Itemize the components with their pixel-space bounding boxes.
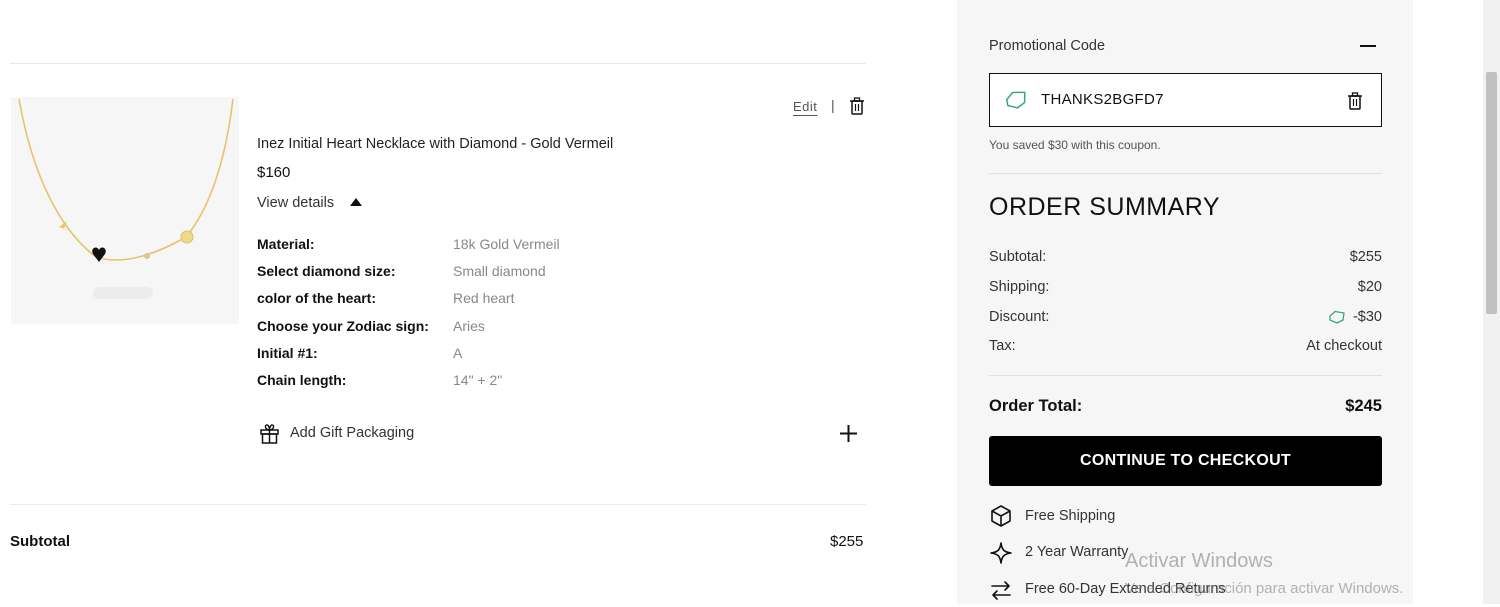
cart-subtotal-value: $255 <box>830 533 864 550</box>
detail-label: Chain length: <box>257 372 347 388</box>
coupon-code: THANKS2BGFD7 <box>1041 91 1164 108</box>
detail-label: color of the heart: <box>257 290 377 306</box>
order-summary-heading: ORDER SUMMARY <box>989 193 1221 221</box>
detail-label: Initial #1: <box>257 345 318 361</box>
divider <box>10 63 866 64</box>
detail-value: Small diamond <box>453 263 546 279</box>
summary-row-label: Subtotal: <box>989 249 1047 265</box>
product-image[interactable] <box>11 97 239 324</box>
coupon-saved-note: You saved $30 with this coupon. <box>989 138 1161 152</box>
detail-value: A <box>453 345 463 361</box>
detail-value: 14" + 2" <box>453 372 503 388</box>
divider <box>989 173 1382 174</box>
detail-row: Choose your Zodiac sign: Aries <box>257 318 857 340</box>
caret-up-icon[interactable] <box>350 198 362 206</box>
summary-row-value: $255 <box>1349 249 1382 265</box>
detail-value: Aries <box>453 318 485 334</box>
box-icon <box>989 504 1013 528</box>
cart-title-fragment <box>258 0 428 2</box>
detail-row: Initial #1: A <box>257 345 857 367</box>
detail-label: Choose your Zodiac sign: <box>257 318 429 334</box>
divider <box>989 375 1382 376</box>
detail-label: Select diamond size: <box>257 263 396 279</box>
detail-label: Material: <box>257 236 315 252</box>
product-price: $160 <box>257 164 291 181</box>
minus-icon[interactable] <box>1360 45 1376 47</box>
necklace-product-image <box>18 98 234 299</box>
windows-watermark-title: Activar Windows <box>1125 550 1273 572</box>
view-details-toggle[interactable]: View details <box>257 195 334 211</box>
plus-icon[interactable] <box>838 423 859 444</box>
trash-icon[interactable] <box>849 97 865 115</box>
continue-to-checkout-button[interactable]: CONTINUE TO CHECKOUT <box>989 436 1382 486</box>
windows-watermark-subtitle: Ve a Configuración para activar Windows. <box>1125 580 1404 597</box>
detail-row: Material: 18k Gold Vermeil <box>257 236 857 258</box>
edit-item-link[interactable]: Edit <box>793 99 817 114</box>
gift-icon <box>259 423 280 444</box>
cart-subtotal-label: Subtotal <box>10 533 70 550</box>
summary-row-label: Shipping: <box>989 279 1050 295</box>
discount-tag-icon <box>1328 310 1346 324</box>
sparkle-icon <box>989 541 1013 565</box>
summary-row-value: At checkout <box>1306 338 1382 354</box>
detail-row: color of the heart: Red heart <box>257 290 857 312</box>
order-total-label: Order Total: <box>989 397 1083 415</box>
order-total-value: $245 <box>1345 397 1382 415</box>
detail-value: Red heart <box>453 290 515 306</box>
divider <box>10 504 866 505</box>
swap-arrows-icon <box>989 578 1013 602</box>
remove-coupon-trash-icon[interactable] <box>1347 92 1363 110</box>
perk-label: 2 Year Warranty <box>1025 544 1129 560</box>
add-gift-packaging-label[interactable]: Add Gift Packaging <box>290 425 414 441</box>
tag-icon <box>1004 90 1028 110</box>
action-separator: | <box>831 97 835 113</box>
perk-label: Free Shipping <box>1025 508 1116 524</box>
scrollbar-thumb[interactable] <box>1486 72 1497 314</box>
promo-code-label[interactable]: Promotional Code <box>989 38 1105 54</box>
summary-row-value: -$30 <box>1352 309 1382 325</box>
summary-row-label: Tax: <box>989 338 1016 354</box>
product-name[interactable]: Inez Initial Heart Necklace with Diamond… <box>257 136 613 152</box>
detail-row: Select diamond size: Small diamond <box>257 263 857 285</box>
detail-row: Chain length: 14" + 2" <box>257 372 857 394</box>
summary-row-value: $20 <box>1357 279 1382 295</box>
summary-row-label: Discount: <box>989 309 1050 325</box>
detail-value: 18k Gold Vermeil <box>453 236 560 252</box>
